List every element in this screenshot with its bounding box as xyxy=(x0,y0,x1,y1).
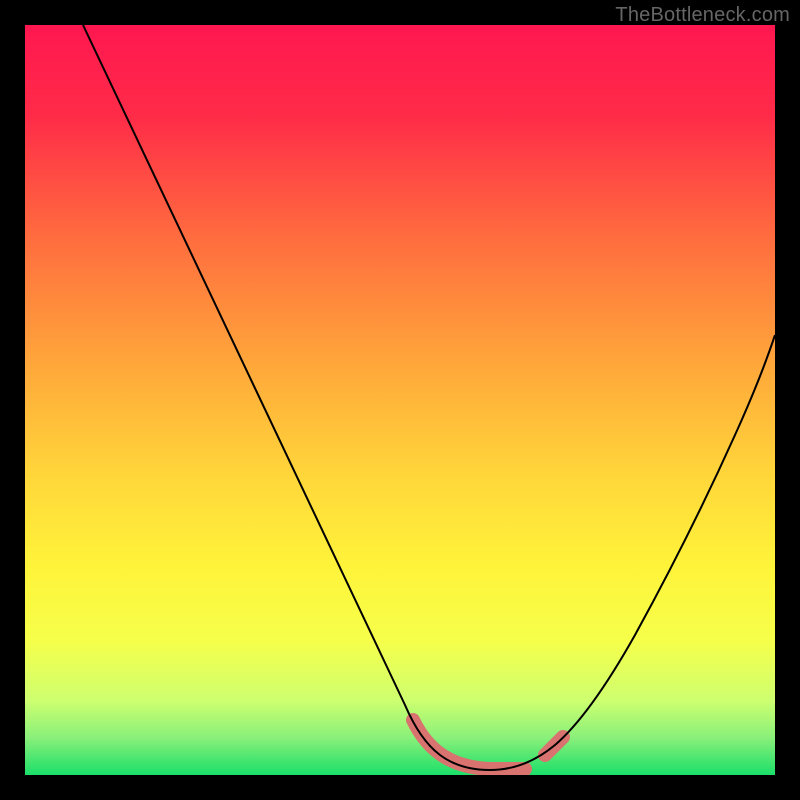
curve-overlay xyxy=(25,25,775,775)
watermark-text: TheBottleneck.com xyxy=(615,4,790,27)
plot-area xyxy=(25,25,775,775)
chart-frame: TheBottleneck.com xyxy=(0,0,800,800)
bottleneck-curve xyxy=(83,25,775,770)
